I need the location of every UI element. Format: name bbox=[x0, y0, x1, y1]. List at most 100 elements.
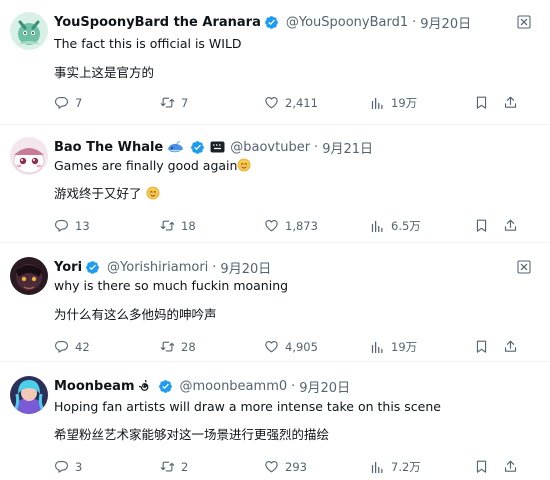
tweet-actions: 42 28 4,905 19万 bbox=[54, 339, 524, 357]
bookmark-icon bbox=[474, 218, 489, 233]
views-button[interactable]: 19万 bbox=[370, 95, 417, 111]
share-button[interactable] bbox=[503, 459, 518, 474]
more-options-icon[interactable] bbox=[516, 14, 532, 30]
reply-count: 42 bbox=[75, 339, 90, 354]
view-count: 19万 bbox=[391, 96, 418, 110]
tweet-3[interactable]: Yori @Yorishiriamori · 9月20日 why is ther… bbox=[0, 243, 550, 361]
separator-dot: · bbox=[314, 139, 319, 155]
share-icon bbox=[503, 95, 518, 110]
separator-dot: · bbox=[212, 259, 217, 275]
tweet-4[interactable]: Moonbeam @moonbeamm0 · 9月20日 Hoping fan … bbox=[0, 362, 550, 480]
views-icon bbox=[370, 340, 385, 355]
retweet-count: 7 bbox=[181, 95, 189, 110]
bookmark-button[interactable] bbox=[474, 218, 489, 233]
tweet-actions: 7 7 2,411 19万 bbox=[54, 95, 524, 113]
display-name[interactable]: Moonbeam bbox=[54, 379, 135, 394]
whale-emoji-icon bbox=[167, 140, 184, 154]
tweet-date[interactable]: 9月20日 bbox=[299, 377, 350, 396]
like-count: 293 bbox=[285, 459, 307, 474]
display-name[interactable]: YouSpoonyBard the Aranara bbox=[54, 15, 261, 30]
views-button[interactable]: 6.5万 bbox=[370, 218, 421, 234]
separator-dot: · bbox=[412, 14, 417, 30]
separator-dot: · bbox=[291, 378, 296, 394]
reply-button[interactable]: 13 bbox=[54, 218, 90, 233]
like-button[interactable]: 293 bbox=[264, 459, 307, 474]
reply-button[interactable]: 3 bbox=[54, 459, 82, 474]
share-button[interactable] bbox=[503, 339, 518, 354]
views-icon bbox=[370, 96, 385, 111]
reply-button[interactable]: 42 bbox=[54, 339, 90, 354]
display-name[interactable]: Bao The Whale bbox=[54, 140, 163, 155]
bookmark-button[interactable] bbox=[474, 339, 489, 354]
like-button[interactable]: 4,905 bbox=[264, 339, 318, 354]
tweet-2[interactable]: Bao The Whale @baovtuber · 9月21日 Games a… bbox=[0, 125, 550, 242]
user-handle[interactable]: @Yorishiriamori bbox=[107, 260, 208, 275]
like-icon bbox=[264, 459, 279, 474]
views-button[interactable]: 19万 bbox=[370, 339, 417, 355]
tweet-translation: 希望粉丝艺术家能够对这一场景进行更强烈的描绘 bbox=[54, 427, 330, 442]
verified-badge-icon bbox=[85, 260, 100, 275]
avatar[interactable] bbox=[10, 137, 48, 175]
like-count: 1,873 bbox=[285, 218, 318, 233]
share-button[interactable] bbox=[503, 218, 518, 233]
share-icon bbox=[503, 459, 518, 474]
like-button[interactable]: 1,873 bbox=[264, 218, 318, 233]
bookmark-icon bbox=[474, 95, 489, 110]
reply-button[interactable]: 7 bbox=[54, 95, 82, 110]
share-button[interactable] bbox=[503, 95, 518, 110]
retweet-button[interactable]: 2 bbox=[160, 459, 188, 474]
like-icon bbox=[264, 95, 279, 110]
avatar[interactable] bbox=[10, 257, 48, 295]
tweet-text: The fact this is official is WILD bbox=[54, 36, 242, 51]
more-options-icon[interactable] bbox=[516, 259, 532, 275]
verified-badge-icon bbox=[158, 379, 173, 394]
share-icon bbox=[503, 339, 518, 354]
retweet-icon bbox=[160, 339, 175, 354]
retweet-button[interactable]: 28 bbox=[160, 339, 196, 354]
reply-icon bbox=[54, 95, 69, 110]
retweet-button[interactable]: 7 bbox=[160, 95, 188, 110]
bookmark-button[interactable] bbox=[474, 95, 489, 110]
tweet-date[interactable]: 9月21日 bbox=[322, 138, 373, 157]
tweet-translation: 为什么有这么多他妈的呻吟声 bbox=[54, 307, 217, 322]
smiling-face-emoji-icon bbox=[237, 158, 251, 172]
views-icon bbox=[370, 460, 385, 475]
tweet-date[interactable]: 9月20日 bbox=[420, 13, 471, 32]
tweet-text: why is there so much fuckin moaning bbox=[54, 278, 289, 293]
share-icon bbox=[503, 218, 518, 233]
avatar[interactable] bbox=[10, 376, 48, 414]
tweet-translation: 游戏终于又好了 bbox=[54, 183, 160, 202]
retweet-button[interactable]: 18 bbox=[160, 218, 196, 233]
like-button[interactable]: 2,411 bbox=[264, 95, 318, 110]
tweet-date[interactable]: 9月20日 bbox=[220, 258, 271, 277]
retweet-count: 2 bbox=[181, 459, 189, 474]
tweet-translation: 事实上这是官方的 bbox=[54, 65, 155, 80]
tweet-header: YouSpoonyBard the Aranara @YouSpoonyBard… bbox=[54, 12, 471, 32]
tweet-text: Games are finally good again bbox=[54, 158, 251, 173]
like-icon bbox=[264, 339, 279, 354]
keyboard-icon bbox=[210, 141, 225, 153]
tweet-text: Hoping fan artists will draw a more inte… bbox=[54, 399, 441, 414]
like-count: 2,411 bbox=[285, 95, 318, 110]
verified-badge-icon bbox=[264, 15, 279, 30]
reply-count: 13 bbox=[75, 218, 90, 233]
display-name[interactable]: Yori bbox=[54, 260, 82, 275]
verified-badge-icon bbox=[190, 140, 205, 155]
views-button[interactable]: 7.2万 bbox=[370, 459, 421, 475]
view-count: 6.5万 bbox=[391, 219, 421, 233]
user-handle[interactable]: @YouSpoonyBard1 bbox=[286, 15, 408, 30]
user-handle[interactable]: @moonbeamm0 bbox=[180, 379, 288, 394]
retweet-icon bbox=[160, 218, 175, 233]
tweet-actions: 3 2 293 7.2万 bbox=[54, 459, 524, 477]
retweet-count: 18 bbox=[181, 218, 196, 233]
avatar[interactable] bbox=[10, 12, 48, 50]
view-count: 19万 bbox=[391, 340, 418, 354]
reply-count: 7 bbox=[75, 95, 83, 110]
views-icon bbox=[370, 219, 385, 234]
bookmark-icon bbox=[474, 459, 489, 474]
like-icon bbox=[264, 218, 279, 233]
tweet-1[interactable]: YouSpoonyBard the Aranara @YouSpoonyBard… bbox=[0, 0, 550, 124]
bookmark-button[interactable] bbox=[474, 459, 489, 474]
reply-icon bbox=[54, 459, 69, 474]
user-handle[interactable]: @baovtuber bbox=[230, 140, 310, 155]
